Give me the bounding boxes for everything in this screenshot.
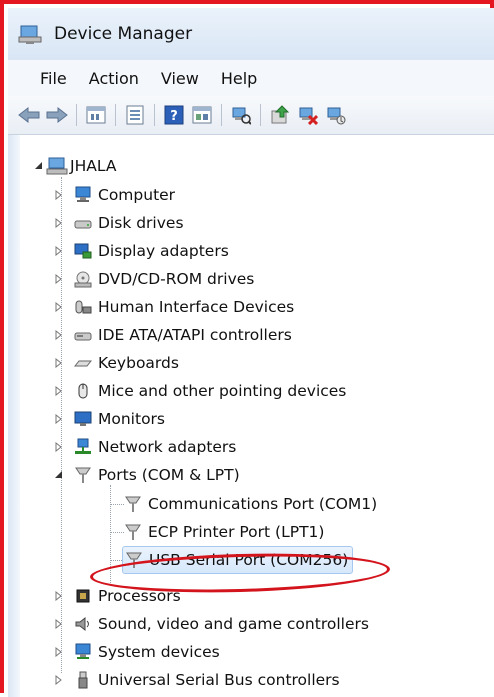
tree-label: Human Interface Devices <box>98 298 295 316</box>
port-icon <box>74 466 92 484</box>
toolbar-separator <box>260 104 261 126</box>
collapsed-arrow-icon[interactable] <box>54 647 64 657</box>
tree-node-system-devices[interactable]: System devices <box>54 639 220 665</box>
tree-node-dvd-cd-rom[interactable]: DVD/CD-ROM drives <box>54 266 254 292</box>
port-icon <box>124 495 142 513</box>
tree-label: Sound, video and game controllers <box>98 615 369 633</box>
speaker-icon <box>74 615 92 633</box>
collapsed-arrow-icon[interactable] <box>54 246 64 256</box>
tree-label: ECP Printer Port (LPT1) <box>148 523 325 541</box>
collapsed-arrow-icon[interactable] <box>54 386 64 396</box>
device-tree: JHALA Computer Disk drives Display adapt… <box>8 135 494 697</box>
window-title: Device Manager <box>54 24 193 44</box>
disable-icon[interactable] <box>325 104 347 126</box>
tree-label: Communications Port (COM1) <box>148 495 378 513</box>
toolbar: ? <box>8 96 494 135</box>
monitor-icon <box>74 410 92 428</box>
tree-label: Display adapters <box>98 242 229 260</box>
tree-label: Disk drives <box>98 214 184 232</box>
details-icon[interactable] <box>124 104 146 126</box>
menu-bar: File Action View Help <box>8 60 494 97</box>
tree-left-strip <box>8 135 20 697</box>
tree-node-ports[interactable]: Ports (COM & LPT) <box>54 462 240 488</box>
menu-action[interactable]: Action <box>87 66 141 91</box>
properties-icon[interactable] <box>85 104 107 126</box>
tree-label: Computer <box>98 186 176 204</box>
tree-label: JHALA <box>70 157 117 175</box>
network-adapter-icon <box>74 438 92 456</box>
help-icon[interactable]: ? <box>163 104 185 126</box>
collapsed-arrow-icon[interactable] <box>54 442 64 452</box>
computer-icon <box>46 157 68 175</box>
tree-node-sound[interactable]: Sound, video and game controllers <box>54 611 369 637</box>
forward-arrow-icon[interactable] <box>46 104 68 126</box>
expanded-arrow-icon[interactable] <box>34 161 44 171</box>
expanded-arrow-icon[interactable] <box>54 470 64 480</box>
tree-label: System devices <box>98 643 220 661</box>
menu-help[interactable]: Help <box>219 66 259 91</box>
dvd-drive-icon <box>74 270 92 288</box>
tree-node-root[interactable]: JHALA <box>34 153 116 179</box>
tree-node-mice[interactable]: Mice and other pointing devices <box>54 378 346 404</box>
uninstall-icon[interactable] <box>297 104 319 126</box>
device-manager-icon <box>18 23 44 45</box>
title-bar: Device Manager <box>8 8 494 60</box>
collapsed-arrow-icon[interactable] <box>54 330 64 340</box>
scan-hardware-icon[interactable] <box>230 104 252 126</box>
collapsed-arrow-icon[interactable] <box>54 190 64 200</box>
toolbar-separator <box>221 104 222 126</box>
window-frame: Device Manager File Action View Help ? J… <box>0 0 494 697</box>
tree-node-disk-drives[interactable]: Disk drives <box>54 210 184 236</box>
tree-label: Monitors <box>98 410 165 428</box>
tree-node-usb-controllers[interactable]: Universal Serial Bus controllers <box>54 667 340 693</box>
ide-controller-icon <box>74 326 92 344</box>
tree-node-hid[interactable]: Human Interface Devices <box>54 294 294 320</box>
hid-icon <box>74 298 92 316</box>
collapsed-arrow-icon[interactable] <box>54 302 64 312</box>
disk-drive-icon <box>74 214 92 232</box>
usb-icon <box>74 671 92 689</box>
collapsed-arrow-icon[interactable] <box>54 414 64 424</box>
tree-label: Network adapters <box>98 438 237 456</box>
tree-label: Keyboards <box>98 354 179 372</box>
update-driver-icon[interactable] <box>269 104 291 126</box>
back-arrow-icon[interactable] <box>18 104 40 126</box>
collapsed-arrow-icon[interactable] <box>54 218 64 228</box>
collapsed-arrow-icon[interactable] <box>54 619 64 629</box>
collapsed-arrow-icon[interactable] <box>54 274 64 284</box>
tree-connector <box>110 560 122 561</box>
tree-label: IDE ATA/ATAPI controllers <box>98 326 292 344</box>
tree-node-ide-ata[interactable]: IDE ATA/ATAPI controllers <box>54 322 292 348</box>
collapsed-arrow-icon[interactable] <box>54 591 64 601</box>
tree-label: Universal Serial Bus controllers <box>98 671 340 689</box>
menu-view[interactable]: View <box>159 66 201 91</box>
tree-node-com1[interactable]: Communications Port (COM1) <box>124 491 377 517</box>
toolbar-separator <box>154 104 155 126</box>
tree-node-monitors[interactable]: Monitors <box>54 406 165 432</box>
tree-node-lpt1[interactable]: ECP Printer Port (LPT1) <box>124 519 324 545</box>
toolbar-separator <box>76 104 77 126</box>
tree-label: Ports (COM & LPT) <box>98 466 240 484</box>
computer-icon <box>74 186 92 204</box>
collapsed-arrow-icon[interactable] <box>54 358 64 368</box>
mouse-icon <box>74 382 92 400</box>
tree-node-network-adapters[interactable]: Network adapters <box>54 434 236 460</box>
tree-label: DVD/CD-ROM drives <box>98 270 255 288</box>
tree-connector <box>110 532 124 533</box>
view-icon[interactable] <box>191 104 213 126</box>
tree-node-display-adapters[interactable]: Display adapters <box>54 238 229 264</box>
system-device-icon <box>74 643 92 661</box>
collapsed-arrow-icon[interactable] <box>54 675 64 685</box>
tree-connector <box>110 504 124 505</box>
tree-label: Mice and other pointing devices <box>98 382 347 400</box>
svg-text:?: ? <box>170 109 178 124</box>
tree-node-keyboards[interactable]: Keyboards <box>54 350 179 376</box>
menu-file[interactable]: File <box>38 66 69 91</box>
processor-icon <box>74 587 92 605</box>
display-adapter-icon <box>74 242 92 260</box>
port-icon <box>124 523 142 541</box>
tree-node-computer[interactable]: Computer <box>54 182 175 208</box>
keyboard-icon <box>73 354 93 372</box>
toolbar-separator <box>115 104 116 126</box>
